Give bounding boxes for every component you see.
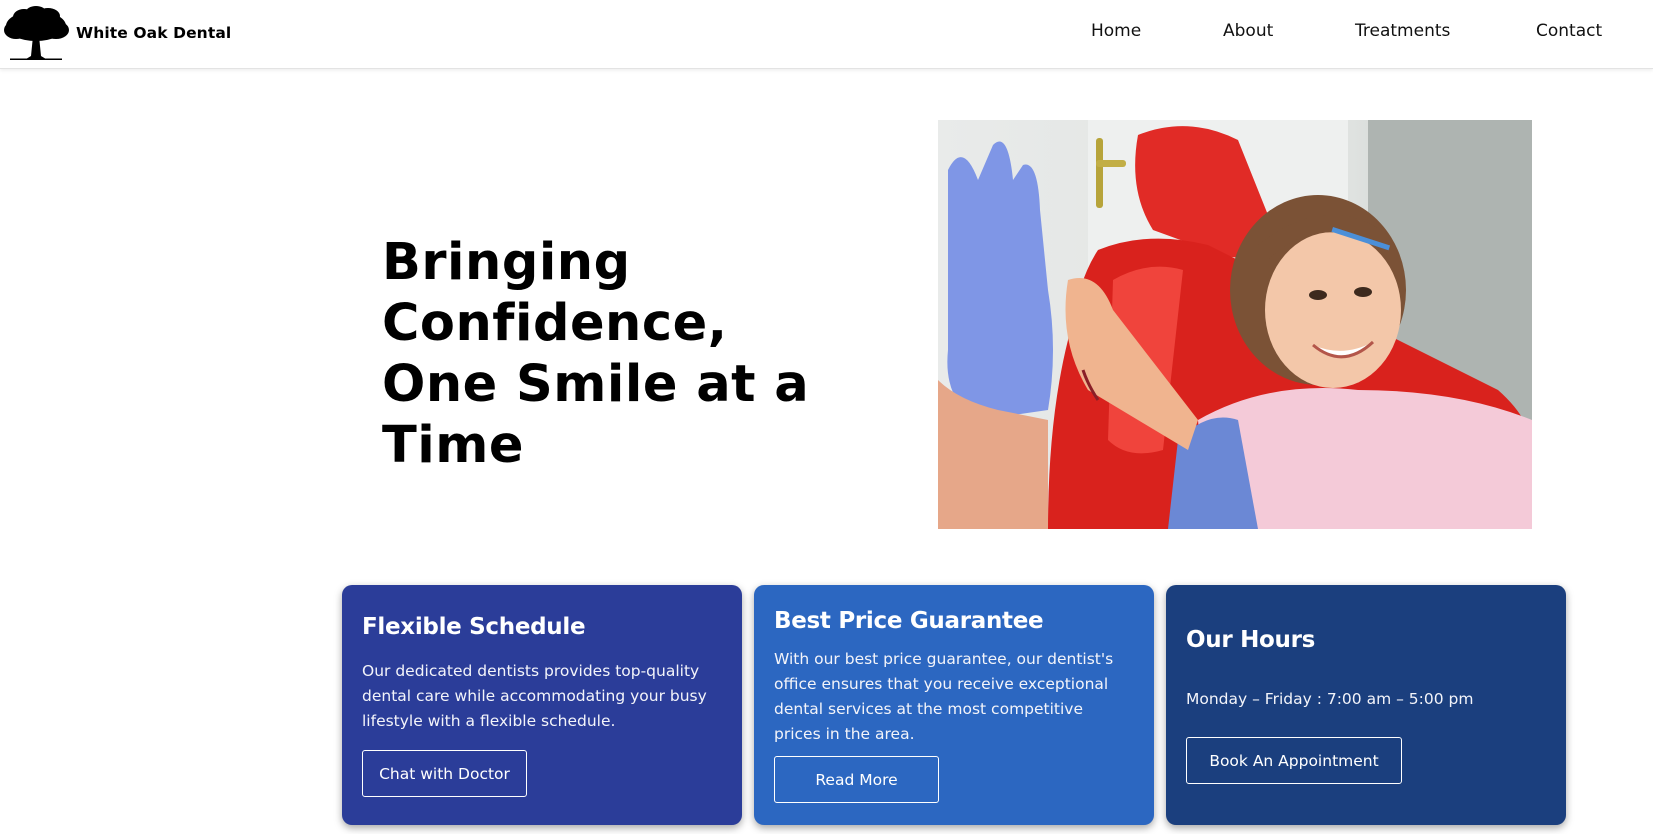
card-flexible-schedule: Flexible Schedule Our dedicated dentists… (342, 585, 742, 825)
nav-home[interactable]: Home (1091, 21, 1141, 41)
hours-text: Monday – Friday : 7:00 am – 5:00 pm (1186, 690, 1474, 708)
chat-with-doctor-button[interactable]: Chat with Doctor (362, 750, 527, 797)
hero-title: Bringing Confidence, One Smile at a Time (382, 233, 810, 475)
brand-logo-link[interactable]: White Oak Dental (2, 6, 231, 60)
hero-image (938, 120, 1532, 529)
nav-contact[interactable]: Contact (1536, 21, 1602, 41)
card-text: Our dedicated dentists provides top-qual… (362, 662, 707, 730)
card-text: With our best price guarantee, our denti… (774, 650, 1114, 743)
card-title: Best Price Guarantee (774, 608, 1044, 634)
read-more-button[interactable]: Read More (774, 756, 939, 803)
card-title: Flexible Schedule (362, 614, 586, 640)
book-appointment-button[interactable]: Book An Appointment (1186, 737, 1402, 784)
nav-treatments[interactable]: Treatments (1355, 21, 1450, 41)
card-our-hours: Our Hours Monday – Friday : 7:00 am – 5:… (1166, 585, 1566, 825)
nav-about[interactable]: About (1223, 21, 1273, 41)
site-header: White Oak Dental Home About Treatments C… (0, 0, 1653, 69)
card-title: Our Hours (1186, 627, 1316, 653)
child-high-five-photo (938, 120, 1532, 529)
oak-tree-icon (4, 6, 69, 60)
card-best-price: Best Price Guarantee With our best price… (754, 585, 1154, 825)
brand-name: White Oak Dental (76, 24, 232, 42)
